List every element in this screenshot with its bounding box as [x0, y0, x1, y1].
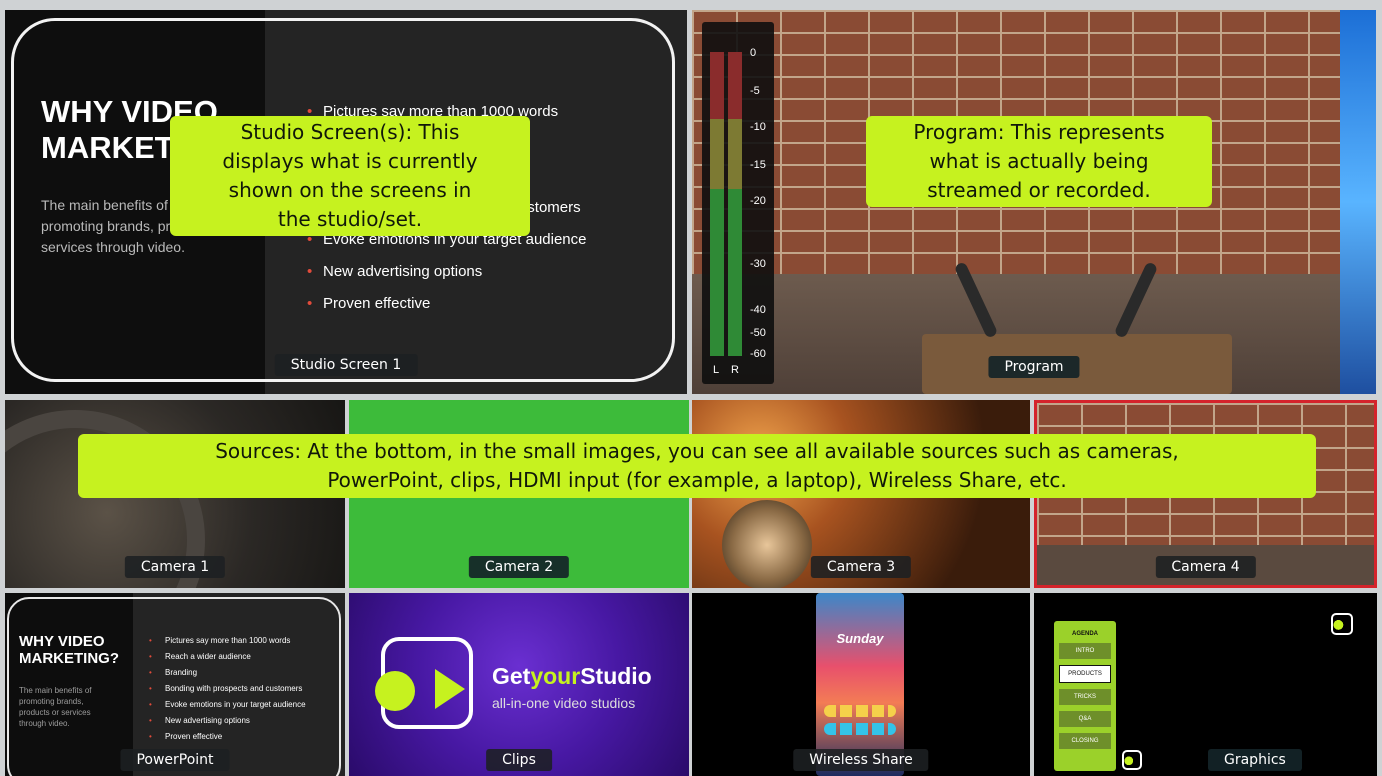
camera-3-lens	[722, 500, 812, 588]
audio-meter-left-bar	[710, 52, 724, 356]
meter-tick: -50	[750, 327, 766, 339]
meter-tick: -15	[750, 159, 766, 171]
meter-channel-right: R	[731, 364, 739, 376]
logo-play	[435, 669, 465, 709]
ppt-slide-title: WHY VIDEO MARKETING?	[19, 633, 119, 667]
ppt-bullets: Pictures say more than 1000 words Reach …	[149, 633, 306, 745]
slide-bullet: New advertising options	[307, 256, 587, 288]
meter-tick: -40	[750, 304, 766, 316]
brand-name: GetyourStudio	[492, 663, 652, 689]
meter-tick: -20	[750, 195, 766, 207]
agenda-item: TRICKS	[1059, 689, 1111, 705]
logo-dot	[375, 671, 415, 711]
ppt-bullet: Evoke emotions in your target audience	[149, 697, 305, 713]
ppt-bullet: Reach a wider audience	[149, 649, 306, 665]
program-label: Program	[988, 356, 1080, 378]
app-icons-row	[824, 723, 896, 735]
graphics-tile[interactable]: AGENDA INTRO PRODUCTS TRICKS Q&A CLOSING…	[1034, 593, 1377, 776]
agenda-item: Q&A	[1059, 711, 1111, 727]
meter-tick: -10	[750, 121, 766, 133]
program-led-wall	[1340, 10, 1376, 394]
powerpoint-tile[interactable]: WHY VIDEO MARKETING? The main benefits o…	[5, 593, 345, 776]
ppt-bullet: New advertising options	[149, 713, 306, 729]
brand-logo-icon	[1122, 750, 1142, 770]
getyourstudio-logo-icon	[375, 637, 473, 729]
ppt-bullet: Pictures say more than 1000 words	[149, 633, 306, 649]
phone-widget-text: Sunday	[836, 631, 884, 646]
camera-3-label: Camera 3	[810, 556, 912, 578]
slide-bullet: Proven effective	[307, 288, 587, 320]
powerpoint-label: PowerPoint	[120, 749, 230, 771]
brand-logo-icon	[1331, 613, 1353, 635]
agenda-title: AGENDA	[1071, 631, 1098, 637]
agenda-item-active: PRODUCTS	[1059, 665, 1111, 683]
agenda-item: CLOSING	[1059, 733, 1111, 749]
graphics-label: Graphics	[1208, 749, 1302, 771]
app-icons-row	[824, 705, 896, 717]
agenda-item: INTRO	[1059, 643, 1111, 659]
meter-tick: -60	[750, 348, 766, 360]
audio-meter: 0 -5 -10 -15 -20 -30 -40 -50 -60 L R	[702, 22, 774, 384]
camera-1-label: Camera 1	[124, 556, 226, 578]
meter-tick: 0	[750, 47, 757, 59]
callout-studio-screen: Studio Screen(s): This displays what is …	[170, 116, 530, 236]
brand-tagline: all-in-one video studios	[492, 695, 636, 711]
ppt-bullet: Bonding with prospects and customers	[149, 681, 306, 697]
ppt-bullet: Proven effective	[149, 729, 306, 745]
ppt-bullet: Branding	[149, 665, 306, 681]
audio-meter-right-bar	[728, 52, 742, 356]
agenda-panel: AGENDA INTRO PRODUCTS TRICKS Q&A CLOSING	[1054, 621, 1116, 771]
meter-tick: -5	[750, 85, 760, 97]
camera-4-label: Camera 4	[1155, 556, 1256, 578]
wireless-share-label: Wireless Share	[793, 749, 929, 771]
ppt-slide-subtitle: The main benefits of promoting brands, p…	[19, 686, 92, 728]
callout-sources: Sources: At the bottom, in the small ima…	[78, 434, 1316, 498]
studio-screen-label: Studio Screen 1	[274, 354, 418, 376]
camera-2-label: Camera 2	[468, 556, 570, 578]
clips-label: Clips	[486, 749, 552, 771]
meter-channel-left: L	[713, 364, 720, 376]
wireless-share-tile[interactable]: Sunday Wireless Share	[692, 593, 1030, 776]
callout-program: Program: This represents what is actuall…	[866, 116, 1212, 207]
clips-tile[interactable]: GetyourStudio all-in-one video studios C…	[349, 593, 689, 776]
meter-tick: -30	[750, 258, 766, 270]
